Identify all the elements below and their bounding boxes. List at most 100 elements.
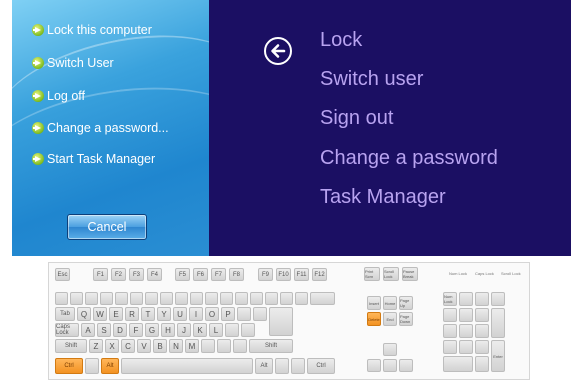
key-g: G — [145, 323, 159, 337]
win7-log-off-option[interactable]: Log off — [32, 89, 85, 103]
key-delete: Delete — [367, 312, 381, 326]
key — [475, 308, 489, 322]
key-d: D — [113, 323, 127, 337]
key-num-plus — [491, 308, 505, 338]
key — [475, 324, 489, 338]
key-s: S — [97, 323, 111, 337]
key-n: N — [169, 339, 183, 353]
key-f4: F4 — [147, 268, 162, 281]
win8-lock-option[interactable]: Lock — [320, 29, 362, 52]
key — [443, 324, 457, 338]
key-alt-gr: Alt — [255, 358, 273, 374]
key-scroll-lock: Scroll Lock — [383, 267, 399, 281]
win8-switch-user-option[interactable]: Switch user — [320, 68, 423, 91]
key-b: B — [153, 339, 167, 353]
key-ctrl-right: Ctrl — [307, 358, 335, 374]
key — [459, 308, 473, 322]
key-k: K — [193, 323, 207, 337]
key — [275, 358, 289, 374]
key — [70, 292, 83, 305]
key — [233, 339, 247, 353]
key — [237, 307, 251, 321]
key-arrow-up — [383, 343, 397, 356]
key-t: T — [141, 307, 155, 321]
key — [130, 292, 143, 305]
back-arrow-icon — [271, 44, 286, 58]
key — [443, 308, 457, 322]
cancel-button[interactable]: Cancel — [67, 214, 147, 240]
key — [241, 323, 255, 337]
key-e: E — [109, 307, 123, 321]
key-f1: F1 — [93, 268, 108, 281]
win7-lock-option[interactable]: Lock this computer — [32, 23, 152, 37]
key — [115, 292, 128, 305]
key — [265, 292, 278, 305]
key-o: O — [205, 307, 219, 321]
key-page-up: Page Up — [399, 296, 413, 310]
key — [175, 292, 188, 305]
caps-lock-indicator: Caps Lock — [475, 271, 494, 276]
key-shift-left: Shift — [55, 339, 87, 353]
key — [459, 292, 473, 306]
key-page-down: Page Down — [399, 312, 413, 326]
key — [475, 340, 489, 354]
key — [85, 292, 98, 305]
num-lock-indicator: Num Lock — [449, 271, 468, 276]
key — [190, 292, 203, 305]
key-insert: Insert — [367, 296, 381, 310]
key — [459, 324, 473, 338]
key — [491, 292, 505, 306]
key-num-enter: Enter — [491, 340, 505, 372]
key-num-zero — [443, 356, 473, 372]
key-alt: Alt — [101, 358, 119, 374]
key — [253, 307, 267, 321]
option-label: Lock this computer — [47, 23, 152, 37]
key — [201, 339, 215, 353]
key-end: End — [383, 312, 397, 326]
key-arrow-left — [367, 359, 381, 372]
key — [220, 292, 233, 305]
option-label: Start Task Manager — [47, 152, 156, 166]
keyboard-illustration: Esc F1 F2 F3 F4 F5 F6 F7 F8 F9 F10 F11 F… — [48, 262, 530, 380]
win8-task-manager-option[interactable]: Task Manager — [320, 186, 446, 209]
key-tab: Tab — [55, 307, 75, 321]
key-f11: F11 — [294, 268, 309, 281]
scroll-lock-indicator: Scroll Lock — [501, 271, 521, 276]
key-ctrl: Ctrl — [55, 358, 83, 374]
option-label: Switch User — [47, 56, 114, 70]
key-q: Q — [77, 307, 91, 321]
win8-change-password-option[interactable]: Change a password — [320, 147, 498, 170]
key-f2: F2 — [111, 268, 126, 281]
key-esc: Esc — [55, 268, 70, 281]
key — [225, 323, 239, 337]
key-f12: F12 — [312, 268, 327, 281]
key — [295, 292, 308, 305]
key-f5: F5 — [175, 268, 190, 281]
key-j: J — [177, 323, 191, 337]
key — [160, 292, 173, 305]
key — [250, 292, 263, 305]
key — [475, 356, 489, 372]
key-f6: F6 — [193, 268, 208, 281]
key — [100, 292, 113, 305]
key — [475, 292, 489, 306]
key-c: C — [121, 339, 135, 353]
key-h: H — [161, 323, 175, 337]
key — [459, 340, 473, 354]
key — [235, 292, 248, 305]
arrow-icon — [32, 153, 44, 165]
win7-change-password-option[interactable]: Change a password... — [32, 121, 169, 135]
key-arrow-down — [383, 359, 397, 372]
key-w: W — [93, 307, 107, 321]
key-caps-lock: Caps Lock — [55, 323, 79, 337]
key — [205, 292, 218, 305]
win7-task-manager-option[interactable]: Start Task Manager — [32, 152, 155, 166]
key — [217, 339, 231, 353]
arrow-icon — [32, 122, 44, 134]
win8-sign-out-option[interactable]: Sign out — [320, 107, 393, 130]
key-f: F — [129, 323, 143, 337]
key-f10: F10 — [276, 268, 291, 281]
key-p: P — [221, 307, 235, 321]
win7-switch-user-option[interactable]: Switch User — [32, 56, 114, 70]
back-button[interactable] — [264, 37, 292, 65]
